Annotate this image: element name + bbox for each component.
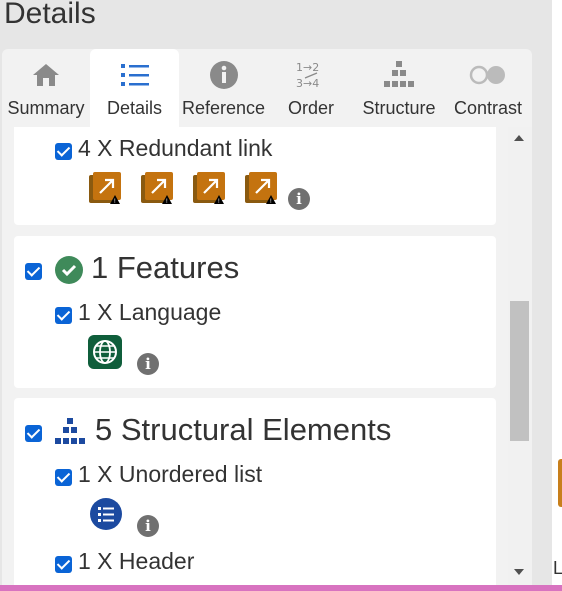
features-checkbox[interactable] — [25, 263, 42, 280]
home-icon — [2, 57, 90, 93]
language-icon[interactable] — [88, 335, 122, 369]
tab-reference[interactable]: Reference — [179, 49, 268, 127]
scroll-up-arrow-icon[interactable] — [514, 135, 524, 141]
tab-contrast[interactable]: Contrast — [444, 49, 532, 127]
unordered-list-label: 1 X Unordered list — [78, 461, 263, 487]
tab-order[interactable]: 1→2 3→4 Order — [268, 49, 354, 127]
list-icon — [90, 57, 179, 93]
structural-elements-checkbox[interactable] — [25, 425, 42, 442]
tab-details-label: Details — [106, 98, 163, 118]
header-checkbox[interactable] — [55, 556, 72, 573]
svg-text:3→4: 3→4 — [296, 77, 319, 90]
check-circle-icon — [55, 256, 83, 284]
features-card: 1 Features 1 X Language i — [14, 236, 496, 388]
details-panel: Details Summary Details Reference 1→2 3→… — [0, 0, 552, 585]
header-label: 1 X Header — [78, 548, 195, 574]
scroll-down-arrow-icon[interactable] — [514, 569, 524, 575]
scrollbar-thumb[interactable] — [510, 301, 529, 441]
right-edge-tab — [558, 459, 562, 507]
unordered-list-checkbox[interactable] — [55, 469, 72, 486]
tab-details[interactable]: Details — [90, 49, 179, 127]
structural-elements-heading: 5 Structural Elements — [95, 412, 392, 447]
tab-summary[interactable]: Summary — [2, 49, 90, 127]
details-content: 4 X Redundant link ! ! ! ! i 1 Features — [2, 127, 508, 585]
info-icon — [179, 57, 268, 93]
redundant-link-label: 4 X Redundant link — [78, 135, 273, 161]
contrast-icon — [444, 57, 532, 93]
redundant-link-icon[interactable]: ! — [140, 171, 174, 205]
bottom-border — [0, 585, 562, 591]
tab-order-label: Order — [287, 98, 334, 118]
language-label: 1 X Language — [78, 299, 222, 325]
hierarchy-icon — [354, 57, 444, 93]
hierarchy-icon — [54, 417, 86, 452]
page-title: Details — [4, 0, 96, 30]
content-scrollbar[interactable] — [508, 127, 532, 585]
right-edge-text: L — [553, 558, 562, 578]
redundant-link-icon[interactable]: ! — [192, 171, 226, 205]
features-heading: 1 Features — [91, 250, 240, 285]
structural-elements-card: 5 Structural Elements 1 X Unordered list… — [14, 398, 496, 585]
redundant-link-icon[interactable]: ! — [88, 171, 122, 205]
tab-structure-label: Structure — [362, 98, 436, 118]
alerts-card: 4 X Redundant link ! ! ! ! i — [14, 127, 496, 225]
tab-structure[interactable]: Structure — [354, 49, 444, 127]
order-icon: 1→2 3→4 — [268, 57, 354, 93]
tab-reference-label: Reference — [181, 98, 266, 118]
language-info-icon[interactable]: i — [137, 353, 159, 375]
tab-summary-label: Summary — [7, 98, 85, 118]
unordered-list-icon[interactable] — [90, 498, 122, 530]
svg-text:1→2: 1→2 — [296, 61, 319, 74]
language-checkbox[interactable] — [55, 307, 72, 324]
redundant-link-icon[interactable]: ! — [244, 171, 278, 205]
tab-bar: Summary Details Reference 1→2 3→4 Order … — [2, 49, 532, 127]
redundant-link-checkbox[interactable] — [55, 143, 72, 160]
unordered-list-info-icon[interactable]: i — [137, 515, 159, 537]
redundant-link-info-icon[interactable]: i — [288, 188, 310, 210]
tab-contrast-label: Contrast — [453, 98, 523, 118]
